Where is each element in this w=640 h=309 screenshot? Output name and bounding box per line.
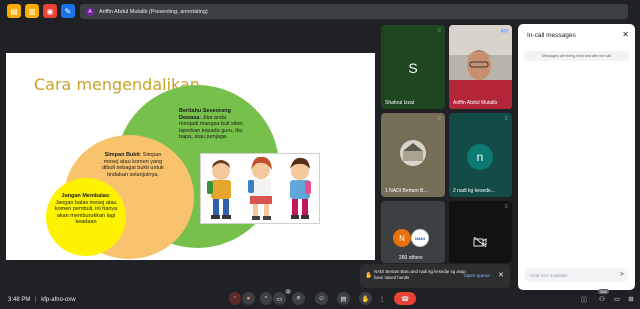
mic-off-icon[interactable]: ●: [242, 292, 255, 305]
participant-name: Shahrul Izzat: [385, 100, 415, 106]
hand-icon: ✋: [365, 273, 373, 279]
participant-name: Ariffin Abdul Mutalib: [453, 100, 498, 106]
camera-off-icon: [473, 237, 487, 247]
nadi-logo: NADI: [411, 229, 429, 247]
notes-icon[interactable]: ▥: [25, 4, 39, 18]
participant-video: [381, 113, 445, 197]
green-circle-text: Beritahu Seseorang Dewasa: Jika anda men…: [179, 108, 245, 141]
recording-notice: Messages are being recorded with the cal…: [524, 51, 629, 61]
more-options-icon[interactable]: ⋮: [378, 292, 386, 305]
more-options-icon[interactable]: ⠿: [505, 204, 508, 210]
chat-icon[interactable]: ▭: [612, 292, 622, 305]
participant-tile[interactable]: ▮▮▮ Ariffin Abdul Mutalib: [449, 25, 512, 109]
raise-hand-icon[interactable]: ✋: [359, 292, 372, 305]
participant-name: 2⁨ nadi kg kesede...: [453, 188, 495, 194]
end-call-button[interactable]: ☎: [394, 292, 416, 305]
others-count: 260 others: [399, 255, 423, 261]
more-options-icon[interactable]: ⠿: [505, 116, 508, 122]
more-options-icon[interactable]: ⠿: [438, 116, 441, 122]
chat-title: In-call messages: [527, 32, 576, 39]
presenting-label: Ariffin Abdul Mutalib (Presenting, annot…: [99, 8, 208, 15]
raised-hands-badge: 2: [285, 289, 292, 294]
meeting-info: 3:48 PM | kfp-afno-oxw: [8, 297, 76, 303]
chat-input[interactable]: Chat isn't available ➤: [524, 268, 629, 282]
others-avatar: N: [393, 229, 411, 247]
people-count-badge: 264: [598, 289, 609, 294]
meet-window: ▤ ▥ ◉ ✎ A Ariffin Abdul Mutalib (Present…: [0, 0, 640, 309]
yellow-circle-text: Jangan Membalas: Jangan balas mesej atau…: [53, 193, 119, 226]
emoji-icon[interactable]: ☺: [315, 292, 328, 305]
yellow-heading: Jangan Membalas: [61, 193, 109, 199]
chat-panel: In-call messages ✕ Messages are being re…: [518, 24, 635, 290]
meeting-code: kfp-afno-oxw: [41, 297, 76, 303]
camera-options-button[interactable]: ⌃: [260, 292, 272, 305]
present-icon[interactable]: ▤: [337, 292, 350, 305]
info-icon[interactable]: ⓘ: [579, 292, 589, 305]
raised-hands-toast: ✋ NADI Bertam Baru and nadi kg kesedar s…: [360, 264, 510, 288]
chat-input-placeholder: Chat isn't available: [530, 272, 568, 278]
orange-heading: Simpan Bukti: [104, 152, 140, 158]
participant-tile[interactable]: ⠿ S Shahrul Izzat: [381, 25, 445, 109]
camera-icon[interactable]: ▭: [273, 292, 286, 305]
bottom-bar: 3:48 PM | kfp-afno-oxw ⌃ ● ⌃ ▭ 2 ≡ ☺ ▤ ✋…: [0, 289, 640, 309]
captions-icon[interactable]: ≡: [292, 292, 305, 305]
presenter-avatar: A: [86, 7, 94, 16]
send-icon[interactable]: ➤: [619, 270, 625, 278]
top-bar: ▤ ▥ ◉ ✎ A Ariffin Abdul Mutalib (Present…: [0, 0, 640, 24]
open-queue-button[interactable]: Open queue: [464, 273, 490, 278]
participant-tile[interactable]: ⠿ 1⁨ NADI Bertam B...: [381, 113, 445, 197]
more-options-icon[interactable]: ⠿: [438, 28, 441, 34]
participant-name: 1⁨ NADI Bertam B...: [385, 188, 428, 194]
participant-video: [449, 25, 512, 109]
record-icon[interactable]: ◉: [43, 4, 57, 18]
speaking-icon: ▮▮▮: [500, 28, 508, 33]
folder-icon[interactable]: ▤: [7, 4, 21, 18]
mic-options-button[interactable]: ⌃: [229, 292, 241, 305]
separator: |: [35, 297, 37, 303]
participant-avatar: n: [467, 144, 493, 170]
participant-tile[interactable]: ⠿: [449, 201, 512, 263]
toast-message: NADI Bertam Baru and nadi kg kesedar sg …: [374, 269, 466, 280]
edit-icon[interactable]: ✎: [61, 4, 75, 18]
presenting-banner[interactable]: A Ariffin Abdul Mutalib (Presenting, ann…: [80, 4, 628, 19]
participant-tile[interactable]: ⠿ n 2⁨ nadi kg kesede...: [449, 113, 512, 197]
participant-avatar: S: [408, 60, 418, 76]
others-tile[interactable]: N NADI 260 others: [381, 201, 445, 263]
clock-time: 3:48 PM: [8, 297, 31, 303]
presented-slide: Cara mengendalikan Beritahu Seseorang De…: [6, 53, 375, 260]
close-icon[interactable]: ✕: [498, 271, 504, 279]
activities-icon[interactable]: ⊞: [626, 292, 636, 305]
orange-circle-text: Simpan Bukti: Simpan mesej atau komen ya…: [98, 152, 168, 178]
children-illustration: [200, 153, 320, 224]
close-icon[interactable]: ✕: [622, 30, 629, 39]
